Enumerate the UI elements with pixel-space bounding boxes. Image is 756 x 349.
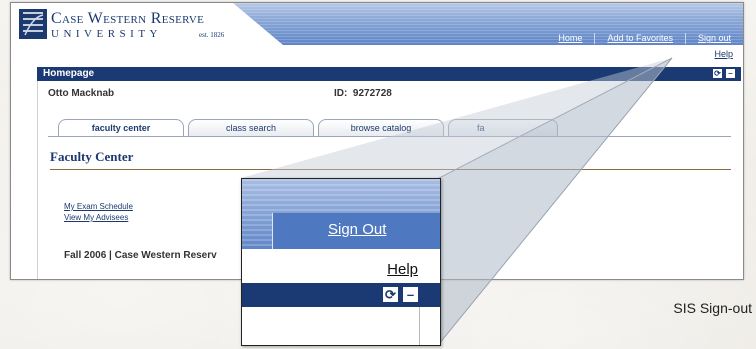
zoom-sign-out-link[interactable]: Sign Out — [328, 221, 386, 238]
top-nav-links: Home Add to Favorites Sign out — [546, 32, 743, 45]
tab-browse-catalog[interactable]: browse catalog — [318, 119, 444, 136]
section-title: Faculty Center — [50, 149, 134, 164]
refresh-icon[interactable]: ⟳ — [713, 69, 722, 78]
zoomed-inset: Sign Out Help ⟳ – — [241, 178, 441, 346]
user-id: ID: 9272728 — [334, 88, 392, 99]
view-advisees-link[interactable]: View My Advisees — [64, 213, 128, 222]
zoom-help-link[interactable]: Help — [387, 261, 418, 278]
add-to-favorites-link[interactable]: Add to Favorites — [594, 33, 685, 44]
logo-text: Case Western Reserve — [51, 10, 205, 27]
minimize-icon[interactable]: – — [726, 69, 735, 78]
tab-fa[interactable]: fa — [448, 119, 558, 136]
tab-divider — [48, 136, 731, 137]
zoom-divider — [419, 307, 420, 345]
top-navigation-bar: Home Add to Favorites Sign out — [233, 3, 743, 45]
homepage-panel-header: Homepage ⟳ – — [37, 67, 741, 81]
shield-icon — [19, 9, 47, 39]
tab-class-search[interactable]: class search — [188, 119, 314, 136]
term-heading: Fall 2006 | Case Western Reserv — [64, 250, 217, 261]
sign-out-link[interactable]: Sign out — [684, 33, 743, 44]
zoom-nav-bar: Sign Out — [242, 179, 440, 249]
section-divider — [50, 169, 731, 170]
minimize-icon[interactable]: – — [403, 287, 418, 302]
caption-label: SIS Sign-out — [673, 300, 752, 316]
refresh-icon[interactable]: ⟳ — [383, 287, 398, 302]
panel-title: Homepage — [43, 68, 95, 79]
university-logo[interactable]: Case Western Reserve UNIVERSITY est. 182… — [19, 9, 249, 45]
zoom-panel-header: ⟳ – — [242, 283, 440, 307]
home-link[interactable]: Home — [546, 33, 594, 44]
user-name: Otto Macknab — [48, 88, 115, 99]
tab-faculty-center[interactable]: faculty center — [58, 119, 184, 136]
exam-schedule-link[interactable]: My Exam Schedule — [64, 202, 133, 211]
tab-strip: faculty center class search browse catal… — [58, 119, 558, 136]
help-link[interactable]: Help — [714, 49, 733, 59]
logo-est: est. 1826 — [199, 31, 225, 39]
logo-subtext: UNIVERSITY — [51, 28, 162, 40]
